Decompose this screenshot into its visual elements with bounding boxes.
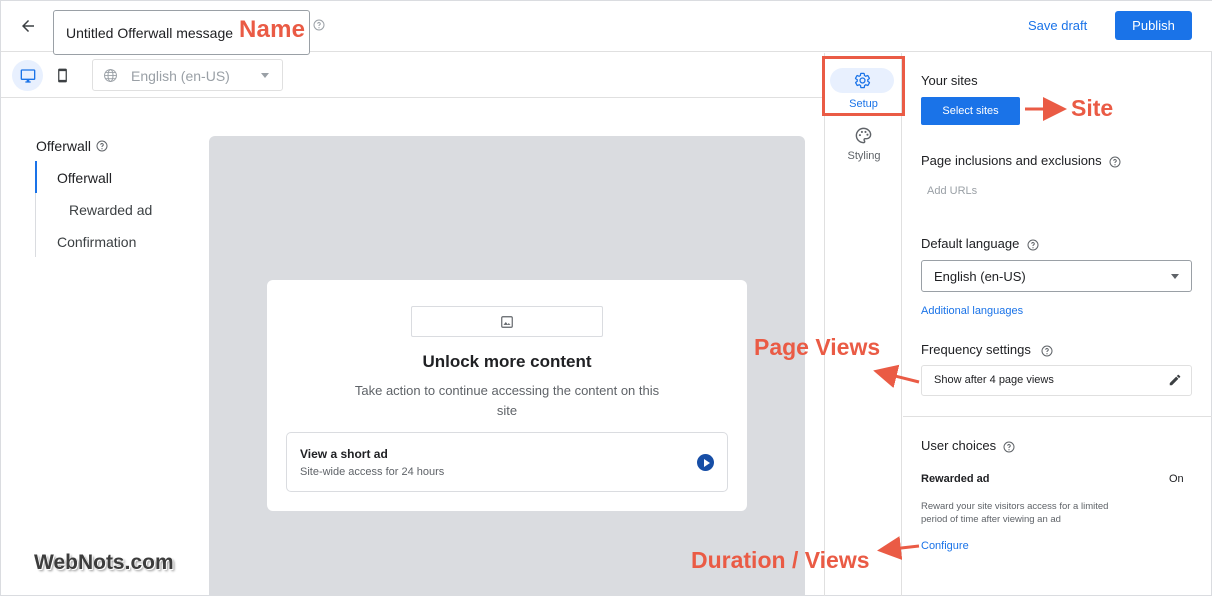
tab-styling-label: Styling bbox=[847, 150, 881, 162]
publish-button[interactable]: Publish bbox=[1115, 11, 1192, 40]
rewarded-ad-status: On bbox=[1169, 473, 1184, 485]
annotation-site: Site bbox=[1071, 95, 1114, 121]
help-icon[interactable] bbox=[96, 139, 108, 157]
globe-icon bbox=[103, 68, 118, 88]
rewarded-ad-label: Rewarded ad bbox=[921, 473, 990, 485]
default-language-heading: Default language bbox=[921, 236, 1020, 251]
view-short-ad-option[interactable]: View a short ad Site-wide access for 24 … bbox=[286, 432, 728, 492]
page-inclusions-heading: Page inclusions and exclusions bbox=[921, 153, 1102, 168]
play-icon bbox=[697, 454, 714, 471]
rewarded-ad-description: Reward your site visitors access for a l… bbox=[921, 501, 1109, 525]
mobile-view-button[interactable] bbox=[47, 60, 78, 91]
annotation-duration-views: Duration / Views bbox=[691, 547, 870, 573]
image-placeholder bbox=[411, 306, 603, 337]
nav-item-confirmation[interactable]: Confirmation bbox=[57, 234, 136, 250]
frequency-settings-heading: Frequency settings bbox=[921, 342, 1031, 357]
annotation-name: Name bbox=[239, 16, 306, 43]
help-icon[interactable] bbox=[1027, 238, 1039, 256]
annotation-page-views: Page Views bbox=[754, 334, 881, 360]
watermark: WebNots.com bbox=[34, 551, 174, 574]
pencil-icon[interactable] bbox=[1168, 373, 1182, 392]
save-draft-button[interactable]: Save draft bbox=[1028, 18, 1087, 33]
gear-icon bbox=[854, 72, 870, 89]
help-icon[interactable] bbox=[313, 18, 325, 36]
configure-link[interactable]: Configure bbox=[921, 540, 969, 552]
additional-languages-link[interactable]: Additional languages bbox=[921, 305, 1023, 317]
offerwall-card: Unlock more content Take action to conti… bbox=[267, 280, 747, 511]
nav-item-rewarded-ad[interactable]: Rewarded ad bbox=[69, 202, 152, 218]
help-icon[interactable] bbox=[1003, 440, 1015, 458]
help-icon[interactable] bbox=[1041, 344, 1053, 362]
desktop-icon bbox=[20, 68, 35, 83]
add-urls-input[interactable]: Add URLs bbox=[927, 185, 977, 197]
frequency-value: Show after 4 page views bbox=[934, 374, 1054, 386]
tab-setup-label: Setup bbox=[849, 98, 878, 110]
card-title: Unlock more content bbox=[422, 352, 592, 371]
back-button[interactable] bbox=[13, 11, 43, 41]
header: Untitled Offerwall message Name Save dra… bbox=[1, 1, 1212, 55]
preview-language-value: English (en-US) bbox=[131, 68, 230, 84]
card-description: Take action to continue accessing the co… bbox=[354, 383, 660, 418]
arrow-back-icon bbox=[22, 20, 34, 32]
user-choices-heading: User choices bbox=[921, 438, 997, 453]
message-name-field[interactable]: Untitled Offerwall message Name bbox=[53, 10, 310, 55]
tab-setup[interactable]: Setup bbox=[822, 56, 905, 116]
image-icon bbox=[501, 315, 513, 328]
divider bbox=[903, 416, 1212, 417]
chevron-down-icon bbox=[261, 73, 269, 78]
your-sites-heading: Your sites bbox=[921, 73, 978, 88]
frequency-setting-field[interactable]: Show after 4 page views bbox=[921, 365, 1192, 396]
ad-option-subtitle: Site-wide access for 24 hours bbox=[300, 466, 445, 478]
help-icon[interactable] bbox=[1109, 155, 1121, 173]
preview-toolbar: English (en-US) bbox=[1, 53, 824, 98]
default-language-value: English (en-US) bbox=[934, 269, 1026, 284]
nav-item-offerwall[interactable]: Offerwall bbox=[57, 170, 112, 186]
setup-panel: Your sites Select sites Page inclusions … bbox=[903, 53, 1212, 596]
nav-active-indicator bbox=[35, 161, 37, 193]
chevron-down-icon bbox=[1171, 274, 1179, 279]
app-frame: Untitled Offerwall message Name Save dra… bbox=[0, 0, 1212, 596]
palette-icon bbox=[854, 126, 873, 150]
tab-styling[interactable]: Styling bbox=[825, 126, 903, 166]
select-sites-button[interactable]: Select sites bbox=[921, 97, 1020, 125]
ad-option-title: View a short ad bbox=[300, 447, 388, 461]
mobile-icon bbox=[58, 68, 67, 83]
message-name-value: Untitled Offerwall message bbox=[66, 25, 234, 41]
default-language-select[interactable]: English (en-US) bbox=[921, 260, 1192, 292]
preview-language-select[interactable]: English (en-US) bbox=[92, 59, 283, 91]
tab-setup-pill bbox=[830, 68, 894, 93]
editor-tabs: Setup Styling bbox=[822, 53, 905, 596]
desktop-view-button[interactable] bbox=[12, 60, 43, 91]
nav-title: Offerwall bbox=[36, 138, 91, 154]
message-preview: Unlock more content Take action to conti… bbox=[209, 136, 805, 596]
